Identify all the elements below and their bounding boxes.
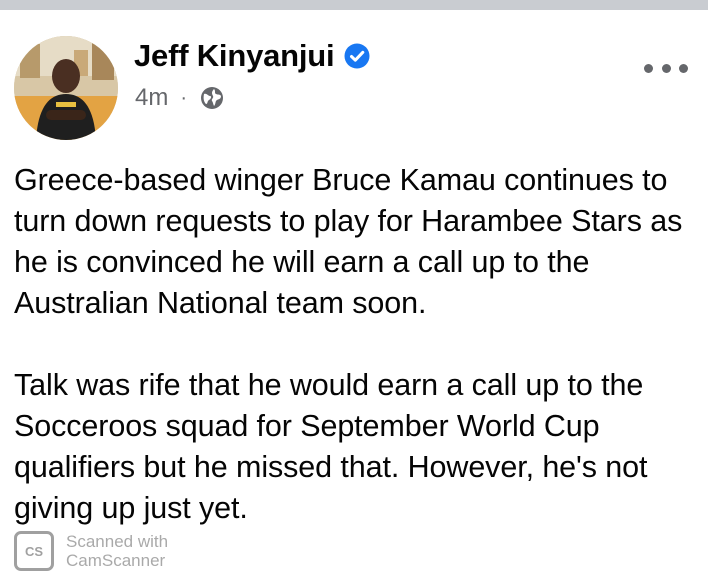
author-name[interactable]: Jeff Kinyanjui xyxy=(134,38,335,74)
globe-icon[interactable] xyxy=(199,85,225,111)
post-paragraph: Talk was rife that he would earn a call … xyxy=(14,368,648,525)
top-divider-bar xyxy=(0,0,708,10)
meta-separator: · xyxy=(180,86,188,109)
avatar-photo xyxy=(14,36,118,140)
post-timestamp[interactable]: 4m xyxy=(135,84,168,112)
avatar[interactable] xyxy=(14,36,118,140)
facebook-post: Jeff Kinyanjui 4m · Greece-based winger … xyxy=(0,10,708,576)
post-header: Jeff Kinyanjui 4m · xyxy=(14,36,694,146)
watermark-text: Scanned with CamScanner xyxy=(66,532,168,570)
verified-badge-icon xyxy=(344,43,370,69)
more-dot xyxy=(644,63,653,73)
watermark-line2: CamScanner xyxy=(66,551,166,570)
more-options-icon[interactable] xyxy=(644,58,688,78)
post-body: Greece-based winger Bruce Kamau continue… xyxy=(14,160,698,529)
camscanner-logo-icon: CS xyxy=(14,531,54,571)
post-paragraph: Greece-based winger Bruce Kamau continue… xyxy=(14,163,683,320)
author-line: Jeff Kinyanjui xyxy=(134,38,370,74)
post-meta: 4m · xyxy=(135,84,225,112)
more-dot xyxy=(661,63,671,73)
more-dot xyxy=(679,63,688,73)
watermark-line1: Scanned with xyxy=(66,532,169,551)
camscanner-watermark: CS Scanned with CamScanner xyxy=(14,529,224,573)
